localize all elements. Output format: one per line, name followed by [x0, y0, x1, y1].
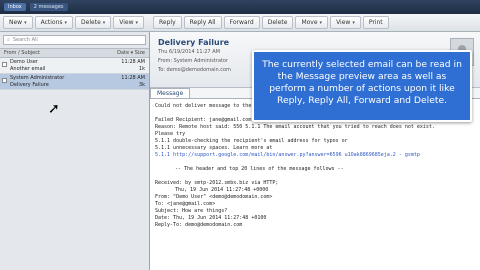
- chevron-down-icon: ▾: [64, 20, 68, 26]
- tutorial-callout: The currently selected email can be read…: [252, 50, 472, 122]
- body-line: Date: Thu, 19 Jun 2014 11:27:48 +0100: [155, 215, 267, 221]
- move-button[interactable]: Move ▾: [295, 16, 329, 29]
- sender: System Administrator: [10, 75, 65, 81]
- search-icon: ⌕: [7, 37, 10, 43]
- body-line: To: <jane@gmail.com>: [155, 201, 216, 207]
- print-button[interactable]: Print: [362, 16, 389, 29]
- reply-button[interactable]: Reply: [153, 16, 182, 29]
- actions-button[interactable]: Actions ▾: [34, 16, 74, 29]
- list-toolbar: New ▾ Actions ▾ Delete ▾ View ▾: [0, 14, 150, 32]
- delete-menu-button[interactable]: Delete ▾: [75, 16, 112, 29]
- new-button[interactable]: New ▾: [3, 16, 33, 29]
- message-toolbar: Reply Reply All Forward Delete Move ▾ Vie…: [150, 14, 480, 32]
- body-line: Reason: Remote host said: 550 5.1.1 The …: [155, 124, 435, 130]
- size: 1k: [138, 66, 145, 72]
- row-checkbox[interactable]: [2, 62, 7, 67]
- body-line: From: "Demo User" <demo@demodomain.com>: [155, 194, 273, 200]
- body-line: Thu, 19 Jun 2014 11:27:48 +0000: [175, 187, 269, 193]
- list-header: From / Subject Date ▾ Size: [0, 48, 149, 58]
- message-subject: Delivery Failure: [158, 38, 230, 47]
- body-line: -- The header and top 20 lines of the me…: [175, 166, 344, 172]
- view-menu-button[interactable]: View ▾: [113, 16, 145, 29]
- column-date-size[interactable]: Date ▾ Size: [117, 50, 145, 56]
- subject: Another email: [10, 66, 46, 72]
- message-body: Could not deliver message to the followi…: [150, 98, 480, 270]
- view-button[interactable]: View ▾: [330, 16, 361, 29]
- body-line: Reply-To: demo@demodomain.com: [155, 222, 243, 228]
- chevron-down-icon: ▾: [102, 20, 106, 26]
- row-checkbox[interactable]: [2, 78, 7, 83]
- body-line: 5.1.1 unnecessary spaces. Learn more at: [155, 145, 273, 151]
- title-bar: Inbox 2 messages: [0, 0, 480, 14]
- chevron-down-icon: ▾: [319, 20, 323, 26]
- folder-name[interactable]: Inbox: [4, 3, 26, 11]
- date: 11:28 AM: [121, 75, 145, 81]
- mouse-cursor-icon: ➚: [48, 101, 60, 117]
- help-link[interactable]: 5.1.1 http://support.google.com/mail/bin…: [155, 152, 475, 159]
- message-list: ⌕ Search All From / Subject Date ▾ Size …: [0, 32, 150, 270]
- chevron-down-icon: ▾: [352, 20, 355, 26]
- chevron-down-icon: ▾: [135, 20, 139, 26]
- date: 11:28 AM: [121, 59, 145, 65]
- delete-button[interactable]: Delete: [261, 16, 294, 29]
- body-line: 5.1.1 double-checking the recipient's em…: [155, 138, 348, 144]
- reply-all-button[interactable]: Reply All: [183, 16, 222, 29]
- list-item[interactable]: Demo User 11:28 AM Another email 1k: [0, 58, 149, 74]
- subject: Delivery Failure: [10, 82, 49, 88]
- sender: Demo User: [10, 59, 38, 65]
- list-item-selected[interactable]: System Administrator 11:28 AM Delivery Fa…: [0, 74, 149, 90]
- body-line: Subject: How are things?: [155, 208, 228, 214]
- message-count: 2 messages: [29, 3, 68, 11]
- size: 3k: [138, 82, 145, 88]
- column-from[interactable]: From / Subject: [4, 50, 117, 56]
- body-line: Please try: [155, 131, 186, 137]
- search-placeholder: Search All: [12, 37, 38, 43]
- forward-button[interactable]: Forward: [223, 16, 260, 29]
- search-input[interactable]: ⌕ Search All: [3, 35, 146, 45]
- body-line: Received: by smtp-2012.smbx.biz via HTTP…: [155, 180, 279, 186]
- chevron-down-icon: ▾: [24, 20, 27, 26]
